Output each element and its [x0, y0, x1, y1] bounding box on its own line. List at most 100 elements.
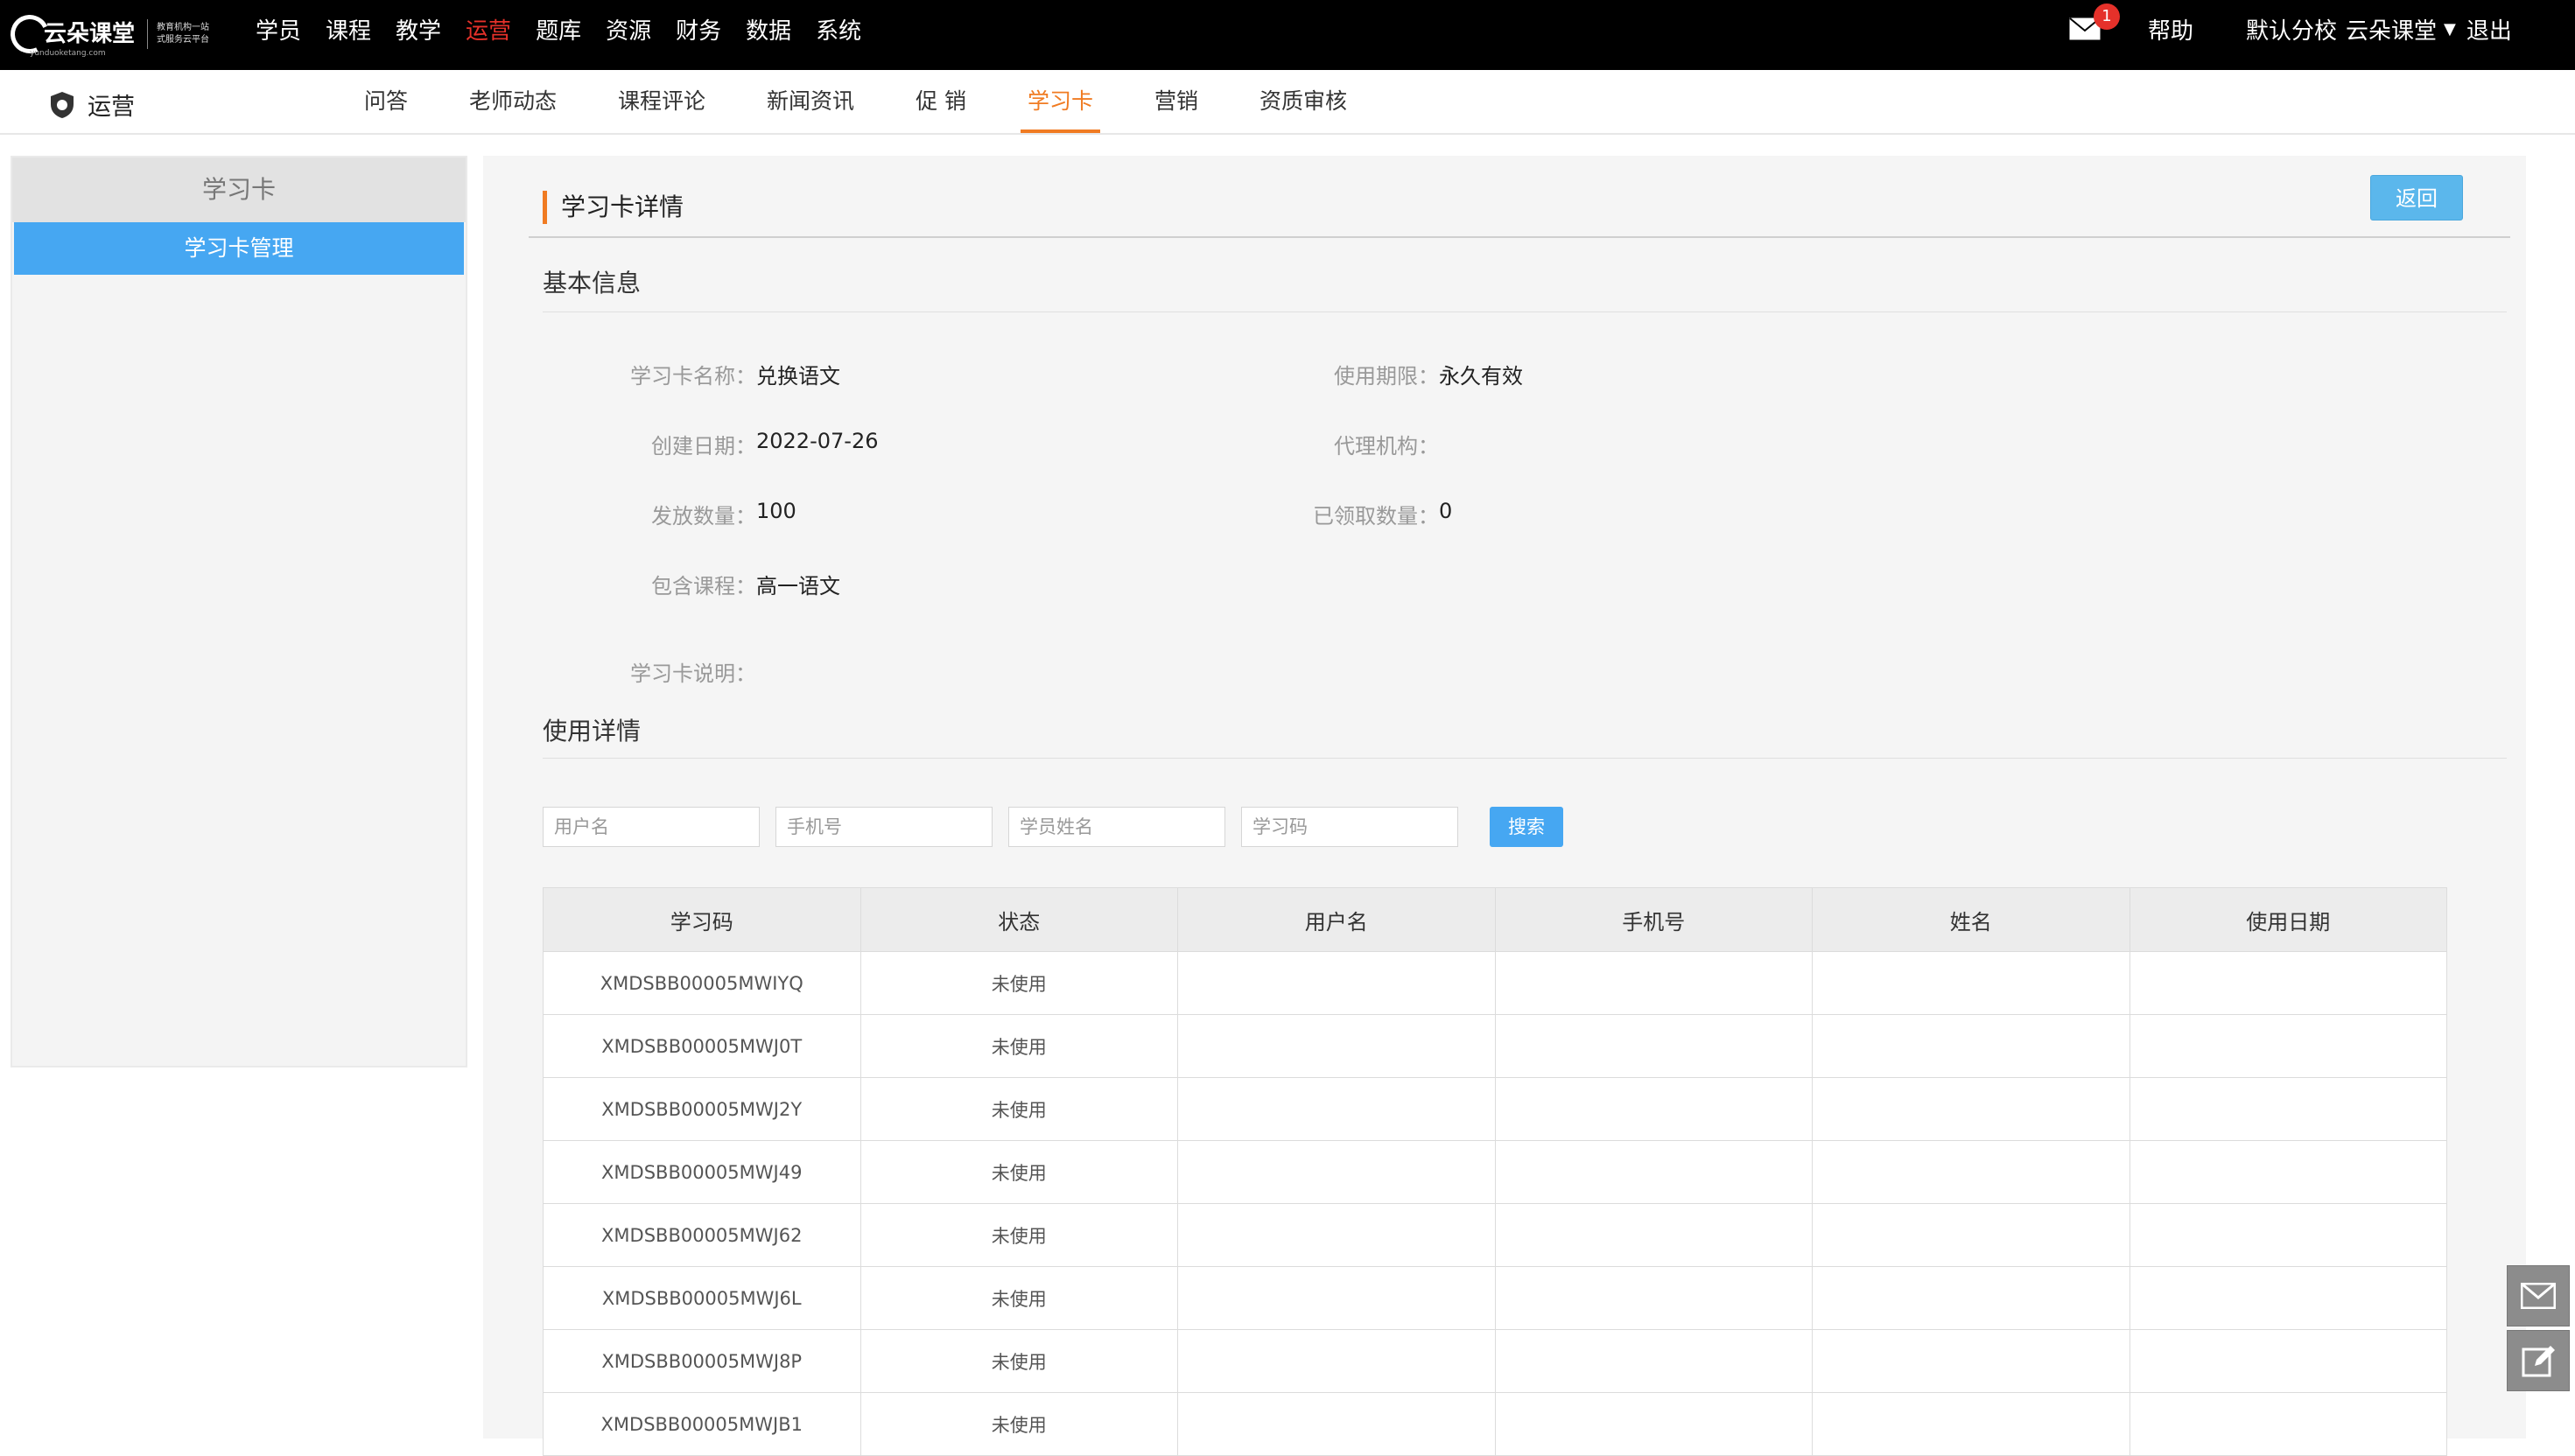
table-row: XMDSBB00005MWJB1 未使用	[543, 1392, 2447, 1456]
brand-logo[interactable]: 云朵课堂 yunduoketang.com 教育机构一站 式服务云平台	[4, 9, 227, 60]
help-link[interactable]: 帮助	[2148, 13, 2193, 46]
cell-name	[1812, 1266, 2130, 1330]
col-study-code: 学习码	[543, 887, 861, 952]
cell-username	[1177, 1014, 1496, 1078]
mail-count-badge: 1	[2094, 4, 2120, 30]
branch-school[interactable]: 默认分校	[2246, 13, 2337, 46]
value-included-course: 高一语文	[756, 574, 840, 598]
module-title: 运营	[49, 88, 135, 122]
value-validity: 永久有效	[1439, 364, 1523, 388]
tagline-line-2: 式服务云平台	[157, 35, 210, 45]
field-claimed-count: 已领取数量： 0	[1250, 499, 1452, 529]
sub-nav: 问答 老师动态 课程评论 新闻资讯 促 销 学习卡 营销 资质审核	[357, 70, 1354, 133]
study-code-input[interactable]	[1241, 807, 1458, 847]
tab-news[interactable]: 新闻资讯	[760, 70, 861, 133]
tab-qualification[interactable]: 资质审核	[1252, 70, 1354, 133]
org-name[interactable]: 云朵课堂	[2346, 13, 2437, 46]
cell-username	[1177, 1266, 1496, 1330]
cell-use-date	[2129, 1203, 2447, 1267]
cell-use-date	[2129, 951, 2447, 1015]
tab-course-reviews[interactable]: 课程评论	[611, 70, 712, 133]
nav-question-bank[interactable]: 题库	[536, 13, 581, 46]
tab-teacher-updates[interactable]: 老师动态	[462, 70, 564, 133]
cell-status: 未使用	[860, 1077, 1178, 1141]
sidebar-item-study-card-management[interactable]: 学习卡管理	[14, 222, 464, 275]
student-name-input[interactable]	[1008, 807, 1225, 847]
nav-courses[interactable]: 课程	[326, 13, 371, 46]
feedback-float-button[interactable]	[2507, 1330, 2570, 1391]
logout-link[interactable]: 退出	[2466, 13, 2512, 46]
caret-down-icon[interactable]: ▼	[2444, 20, 2456, 38]
cell-study-code: XMDSBB00005MWJ8P	[543, 1329, 861, 1393]
tab-qa[interactable]: 问答	[357, 70, 415, 133]
cell-username	[1177, 1329, 1496, 1393]
phone-input[interactable]	[775, 807, 993, 847]
module-title-text: 运营	[88, 94, 135, 121]
table-row: XMDSBB00005MWJ62 未使用	[543, 1203, 2447, 1267]
table-header-row: 学习码 状态 用户名 手机号 姓名 使用日期	[543, 887, 2447, 952]
field-created-date: 创建日期： 2022-07-26	[567, 429, 878, 459]
table-row: XMDSBB00005MWJ6L 未使用	[543, 1266, 2447, 1330]
search-button[interactable]: 搜索	[1490, 807, 1563, 847]
tab-promotion[interactable]: 促 销	[909, 70, 973, 133]
cell-study-code: XMDSBB00005MWJ49	[543, 1140, 861, 1204]
cell-username	[1177, 1392, 1496, 1456]
field-card-description: 学习卡说明：	[567, 656, 756, 687]
nav-students[interactable]: 学员	[256, 13, 301, 46]
brand-name: 云朵课堂	[44, 21, 136, 47]
title-divider	[529, 236, 2510, 238]
shield-icon	[51, 91, 74, 118]
label-created-date: 创建日期：	[651, 434, 756, 458]
cell-status: 未使用	[860, 1392, 1178, 1456]
table-row: XMDSBB00005MWJ8P 未使用	[543, 1329, 2447, 1393]
tab-marketing[interactable]: 营销	[1147, 70, 1205, 133]
label-included-course: 包含课程：	[651, 574, 756, 598]
usage-table: 学习码 状态 用户名 手机号 姓名 使用日期 XMDSBB00005MWIYQ …	[543, 887, 2447, 1456]
col-username: 用户名	[1177, 887, 1496, 952]
cell-status: 未使用	[860, 951, 1178, 1015]
cell-username	[1177, 951, 1496, 1015]
cell-status: 未使用	[860, 1329, 1178, 1393]
value-created-date: 2022-07-26	[756, 429, 879, 453]
cell-phone	[1494, 1266, 1813, 1330]
sidebar-title: 学习卡	[12, 158, 466, 222]
cell-name	[1812, 1077, 2130, 1141]
nav-resources[interactable]: 资源	[606, 13, 651, 46]
tab-study-card[interactable]: 学习卡	[1021, 70, 1101, 133]
cell-use-date	[2129, 1077, 2447, 1141]
cell-use-date	[2129, 1392, 2447, 1456]
envelope-icon	[2521, 1283, 2556, 1309]
cell-use-date	[2129, 1014, 2447, 1078]
detail-panel: 学习卡详情 返回 基本信息 学习卡名称： 兑换语文 使用期限： 永久有效 创建日…	[483, 156, 2526, 1456]
cell-phone	[1494, 1203, 1813, 1267]
cell-username	[1177, 1140, 1496, 1204]
nav-data[interactable]: 数据	[746, 13, 791, 46]
message-float-button[interactable]	[2507, 1265, 2570, 1326]
top-bar: 云朵课堂 yunduoketang.com 教育机构一站 式服务云平台 学员 课…	[0, 0, 2575, 70]
back-button[interactable]: 返回	[2370, 175, 2463, 220]
cell-status: 未使用	[860, 1203, 1178, 1267]
table-row: XMDSBB00005MWJ49 未使用	[543, 1140, 2447, 1204]
brand-tagline: 教育机构一站 式服务云平台	[157, 22, 227, 46]
tagline-line-1: 教育机构一站	[157, 23, 210, 32]
edit-icon	[2522, 1346, 2555, 1377]
field-included-course: 包含课程： 高一语文	[567, 569, 840, 599]
section-basic-info: 基本信息	[543, 269, 642, 298]
nav-teaching[interactable]: 教学	[396, 13, 441, 46]
nav-operations[interactable]: 运营	[466, 13, 511, 46]
value-card-name: 兑换语文	[756, 364, 840, 388]
nav-finance[interactable]: 财务	[676, 13, 721, 46]
label-validity: 使用期限：	[1334, 364, 1439, 388]
section-divider	[543, 758, 2507, 759]
col-status: 状态	[860, 887, 1178, 952]
cell-phone	[1494, 1014, 1813, 1078]
label-issued-count: 发放数量：	[651, 504, 756, 528]
label-card-name: 学习卡名称：	[630, 364, 756, 388]
col-phone: 手机号	[1494, 887, 1813, 952]
username-input[interactable]	[543, 807, 760, 847]
table-row: XMDSBB00005MWJ0T 未使用	[543, 1014, 2447, 1078]
main-nav: 学员 课程 教学 运营 题库 资源 财务 数据 系统	[256, 0, 886, 58]
cell-study-code: XMDSBB00005MWJ0T	[543, 1014, 861, 1078]
cell-name	[1812, 1203, 2130, 1267]
nav-system[interactable]: 系统	[816, 13, 861, 46]
